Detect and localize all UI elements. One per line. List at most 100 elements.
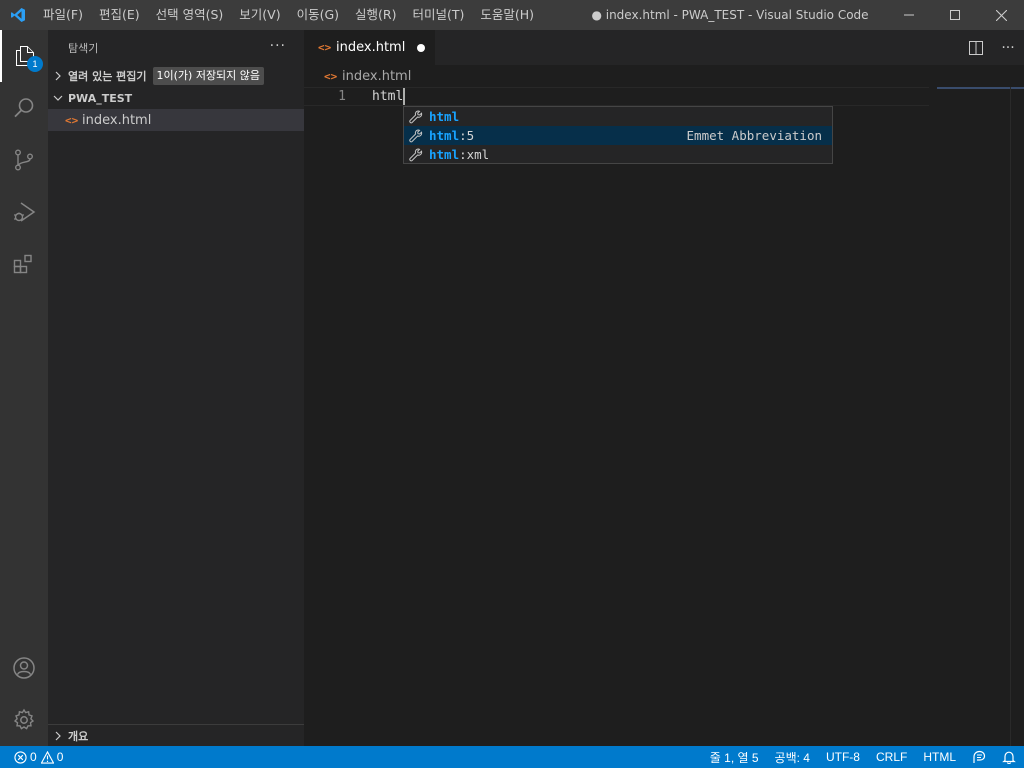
folder-section[interactable]: PWA_TEST [48,87,304,109]
language-mode[interactable]: HTML [915,746,964,768]
extensions-icon [13,254,32,274]
suggest-match: html [429,147,460,162]
explorer-sidebar: 탐색기 ··· 열려 있는 편집기 1이(가) 저장되지 않음 PWA_TEST… [48,30,304,746]
run-debug-icon [14,202,36,222]
text-cursor [403,88,406,105]
more-icon: ··· [1001,39,1015,56]
wrench-icon [407,129,425,143]
end-of-line[interactable]: CRLF [868,746,915,768]
vscode-logo-icon [0,0,35,30]
menu-edit[interactable]: 편집(E) [91,0,148,30]
feedback-icon [973,750,986,763]
outline-label: 개요 [68,729,89,743]
tab-label: index.html [336,40,406,55]
menu-run[interactable]: 실행(R) [347,0,404,30]
open-editors-section[interactable]: 열려 있는 편집기 1이(가) 저장되지 않음 [48,65,304,87]
accounts-activity[interactable] [0,642,48,694]
html-file-icon: <> [318,41,332,54]
cursor-position[interactable]: 줄 1, 열 5 [702,746,767,768]
menu-help[interactable]: 도움말(H) [472,0,542,30]
code-content: html [372,89,404,104]
suggest-item[interactable]: html [404,107,832,126]
bell-icon [1002,751,1016,764]
run-debug-activity[interactable] [0,186,48,238]
suggest-match: html [429,109,460,124]
split-editor-icon [969,40,983,55]
maximize-button[interactable] [932,0,978,30]
vertical-scrollbar[interactable] [1010,87,1024,746]
outline-section[interactable]: 개요 [48,724,304,746]
file-item-index-html[interactable]: <> index.html [48,109,304,131]
open-editors-label: 열려 있는 편집기 [68,70,147,83]
title-bar: 파일(F) 편집(E) 선택 영역(S) 보기(V) 이동(G) 실행(R) 터… [0,0,1024,30]
chevron-right-icon [48,731,68,741]
sidebar-header: 탐색기 ··· [48,30,304,65]
error-count: 0 [30,750,37,764]
status-right: 줄 1, 열 5 공백: 4 UTF-8 CRLF HTML [702,746,1024,768]
wrench-icon [407,148,425,162]
error-icon [14,750,27,764]
explorer-badge: 1 [27,56,43,72]
unsaved-dot-icon[interactable] [417,43,426,52]
suggest-rest: :xml [459,147,490,162]
source-control-icon [15,149,33,171]
more-actions-icon[interactable]: ··· [270,38,286,54]
explorer-activity[interactable]: 1 [0,30,48,82]
html-file-icon: <> [65,113,79,127]
wrench-icon [407,110,425,124]
file-name: index.html [82,112,152,128]
breadcrumb-item[interactable]: index.html [342,69,411,84]
menu-go[interactable]: 이동(G) [289,0,347,30]
window-title: ● index.html - PWA_TEST - Visual Studio … [591,8,869,22]
split-editor-button[interactable] [960,30,992,65]
suggest-widget: html html :5 Emmet Abbreviation html :xm… [403,106,833,164]
menu-terminal[interactable]: 터미널(T) [405,0,473,30]
indentation[interactable]: 공백: 4 [767,746,818,768]
line-number: 1 [338,89,346,104]
code-line[interactable]: 1 html [304,87,929,106]
html-file-icon: <> [324,69,338,83]
chevron-right-icon [48,71,68,81]
suggest-match: html [429,128,460,143]
suggest-detail: Emmet Abbreviation [686,128,822,143]
menu-view[interactable]: 보기(V) [231,0,288,30]
suggest-rest: :5 [459,128,475,143]
manage-activity[interactable] [0,694,48,746]
activity-bottom [0,642,48,746]
breadcrumb: <> index.html [304,65,1024,87]
warning-count: 0 [56,750,64,764]
menu-selection[interactable]: 선택 영역(S) [148,0,232,30]
tab-actions: ··· [960,30,1024,65]
chevron-down-icon [48,93,68,103]
warning-icon [40,750,54,764]
activity-bar: 1 [0,30,48,746]
search-icon [14,98,34,118]
encoding[interactable]: UTF-8 [818,746,868,768]
menu-bar: 파일(F) 편집(E) 선택 영역(S) 보기(V) 이동(G) 실행(R) 터… [35,0,542,30]
tab-index-html[interactable]: <> index.html [304,30,436,65]
maximize-icon [950,10,960,20]
code-text: html [372,88,406,105]
account-icon [13,657,35,679]
close-button[interactable] [978,0,1024,30]
notifications-button[interactable] [994,746,1024,768]
problems-status[interactable]: 0 0 [0,746,63,768]
more-actions-button[interactable]: ··· [992,30,1024,65]
gear-icon [13,708,35,730]
minimize-icon [904,14,914,16]
extensions-activity[interactable] [0,238,48,290]
suggest-item[interactable]: html :xml [404,145,832,164]
unsaved-badge: 1이(가) 저장되지 않음 [152,67,265,85]
feedback-button[interactable] [964,746,994,768]
folder-title: PWA_TEST [68,91,133,105]
suggest-item-selected[interactable]: html :5 Emmet Abbreviation [404,126,832,145]
status-bar: 0 0 줄 1, 열 5 공백: 4 UTF-8 CRLF HTML [0,746,1024,768]
menu-file[interactable]: 파일(F) [35,0,91,30]
minimize-button[interactable] [886,0,932,30]
window-controls [886,0,1024,30]
editor-tabs: <> index.html ··· [304,30,1024,65]
close-icon [995,9,1007,21]
search-activity[interactable] [0,82,48,134]
source-control-activity[interactable] [0,134,48,186]
sidebar-title: 탐색기 [68,41,99,55]
